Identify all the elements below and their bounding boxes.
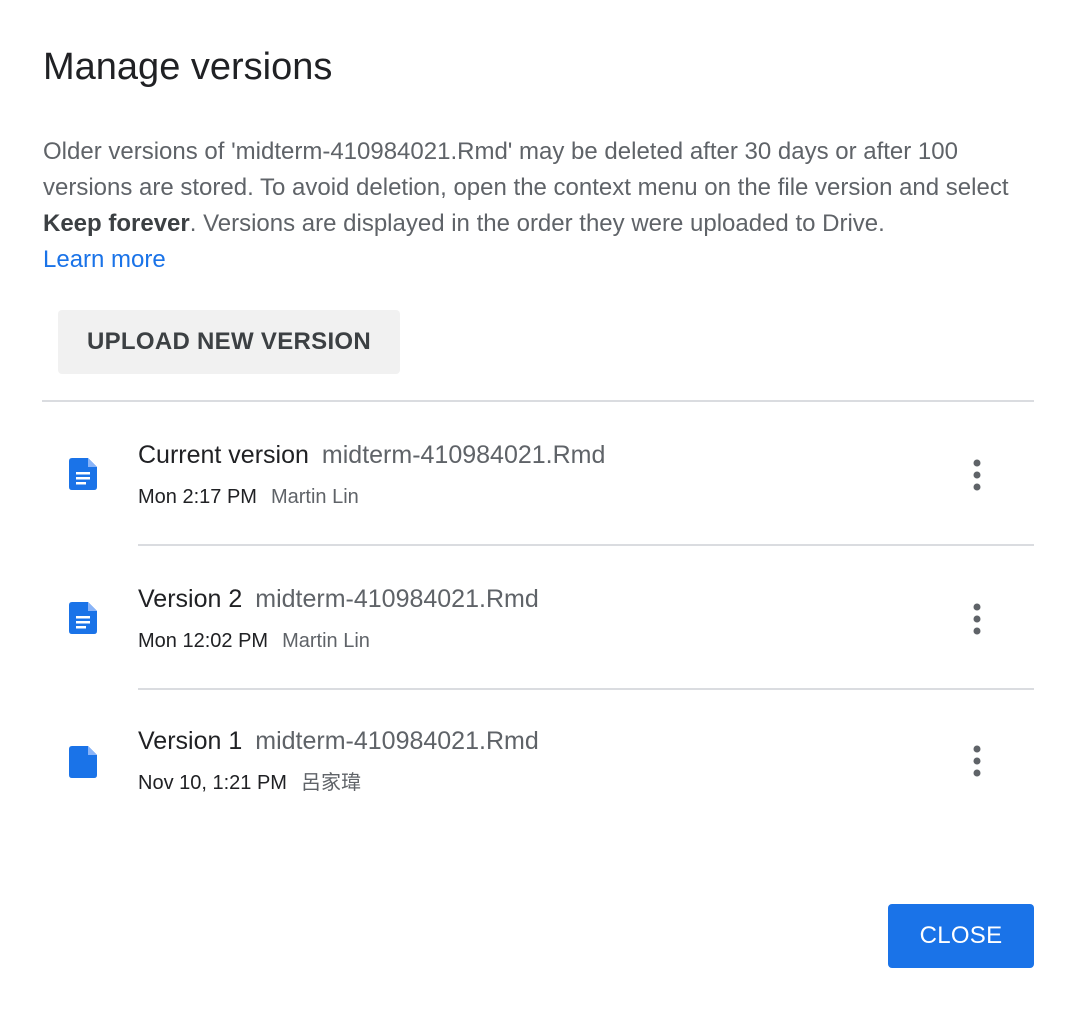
learn-more-link[interactable]: Learn more [43, 242, 166, 278]
version-row-current[interactable]: Current version midterm-410984021.Rmd Mon… [42, 402, 1034, 546]
version-name-line: Version 2 midterm-410984021.Rmd [138, 584, 539, 614]
upload-new-version-button[interactable]: UPLOAD NEW VERSION [58, 310, 400, 374]
version-row-1[interactable]: Version 1 midterm-410984021.Rmd Nov 10, 1… [42, 688, 1034, 832]
version-author: 呂家瑋 [300, 772, 361, 794]
document-icon [69, 458, 97, 490]
version-name-line: Version 1 midterm-410984021.Rmd [138, 726, 539, 756]
version-file-name: midterm-410984021.Rmd [321, 441, 606, 469]
document-icon [69, 602, 97, 634]
more-vert-icon [973, 459, 981, 491]
description-text-2: . Versions are displayed in the order th… [189, 210, 885, 237]
version-meta-line: Mon 2:17 PM Martin Lin [138, 484, 359, 510]
version-label: Current version [138, 441, 309, 469]
more-vert-icon [973, 745, 981, 777]
version-label: Version 1 [138, 727, 243, 755]
description-text-1: Older versions of 'midterm-410984021.Rmd… [43, 138, 1009, 201]
dialog-title: Manage versions [43, 46, 333, 88]
manage-versions-dialog: Manage versions Older versions of 'midte… [0, 0, 1072, 1016]
more-vert-icon [973, 603, 981, 635]
version-meta-line: Mon 12:02 PM Martin Lin [138, 628, 370, 654]
more-options-button[interactable] [957, 452, 997, 500]
version-timestamp: Nov 10, 1:21 PM [138, 772, 287, 794]
version-name-line: Current version midterm-410984021.Rmd [138, 440, 605, 470]
version-file-name: midterm-410984021.Rmd [255, 727, 539, 755]
close-button[interactable]: CLOSE [888, 904, 1034, 968]
version-label: Version 2 [138, 585, 243, 613]
document-icon [69, 746, 97, 778]
version-author: Martin Lin [282, 630, 370, 652]
dialog-description: Older versions of 'midterm-410984021.Rmd… [43, 134, 1043, 278]
version-timestamp: Mon 2:17 PM [138, 486, 257, 508]
version-timestamp: Mon 12:02 PM [138, 630, 269, 652]
more-options-button[interactable] [957, 738, 997, 786]
version-meta-line: Nov 10, 1:21 PM 呂家瑋 [138, 770, 361, 796]
version-row-2[interactable]: Version 2 midterm-410984021.Rmd Mon 12:02… [42, 546, 1034, 690]
more-options-button[interactable] [957, 596, 997, 644]
version-file-name: midterm-410984021.Rmd [255, 585, 539, 613]
version-author: Martin Lin [270, 486, 359, 508]
keep-forever-text: Keep forever [43, 210, 190, 237]
